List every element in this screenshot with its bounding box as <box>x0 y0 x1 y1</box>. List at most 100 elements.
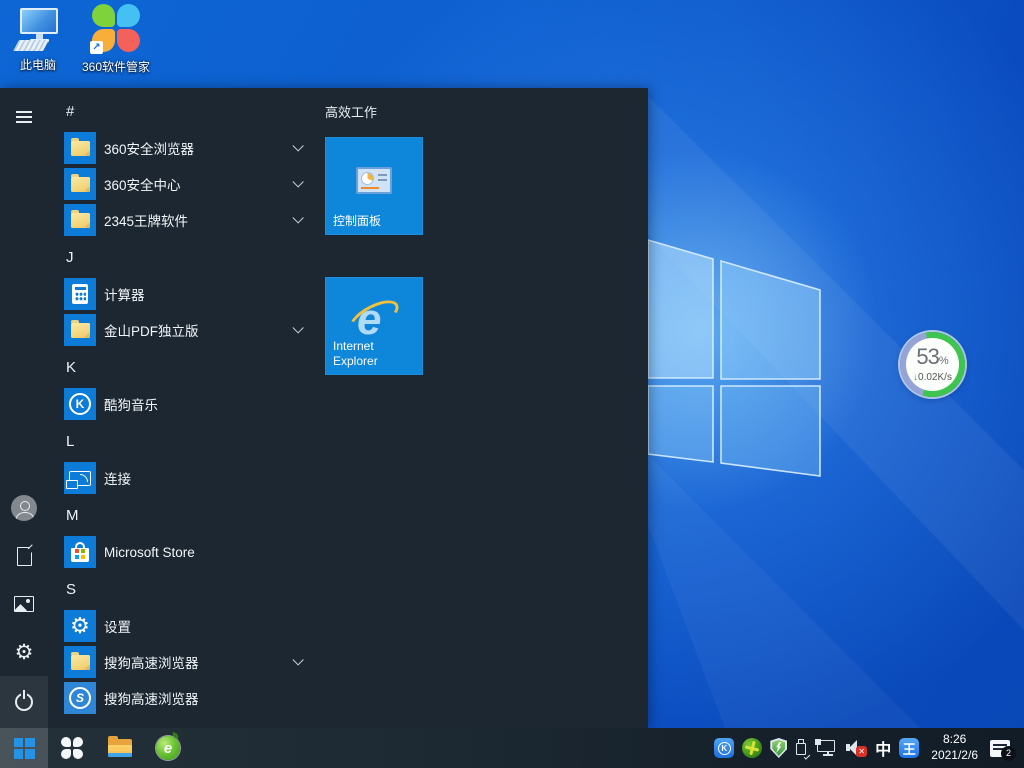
net-speed-widget[interactable]: 53% ↓0.02K/s <box>900 332 965 397</box>
folder-icon <box>71 213 90 228</box>
tray-kugou[interactable]: K <box>714 738 734 758</box>
app-item-kingsoft-pdf-folder[interactable]: 金山PDF独立版 <box>48 312 320 348</box>
tray-360-plus[interactable] <box>742 738 762 758</box>
notification-badge: 2 <box>1001 746 1016 761</box>
chevron-down-icon[interactable] <box>292 654 303 665</box>
start-menu-rail: ⚙ <box>0 88 48 728</box>
app-label: 设置 <box>104 616 131 636</box>
taskbar-app-file-explorer[interactable] <box>96 728 144 768</box>
chevron-down-icon[interactable] <box>292 212 303 223</box>
app-label: 计算器 <box>104 284 145 304</box>
tray-360-shield[interactable] <box>770 738 787 758</box>
start-menu: ⚙ # 360安全浏览器 360安全中心 2345王牌软件 J 计算器 <box>0 88 648 728</box>
net-percent: 53 <box>916 344 938 369</box>
start-menu-app-list: # 360安全浏览器 360安全中心 2345王牌软件 J 计算器 金山PDF独… <box>48 88 320 728</box>
app-item-kugou-music[interactable]: K 酷狗音乐 <box>48 386 320 422</box>
document-icon <box>17 547 32 566</box>
net-speed-readout: 53% ↓0.02K/s <box>906 338 959 391</box>
tray-sogou-ime[interactable]: 王 <box>899 738 919 758</box>
user-account-button[interactable] <box>0 484 48 532</box>
section-header-k[interactable]: K <box>48 348 320 386</box>
network-icon <box>815 739 837 757</box>
clock-time: 8:26 <box>931 732 978 748</box>
notification-icon: 2 <box>990 740 1010 757</box>
app-item-microsoft-store[interactable]: Microsoft Store <box>48 534 320 570</box>
calculator-tile <box>64 278 96 310</box>
calculator-icon <box>72 284 88 304</box>
kugou-tile: K <box>64 388 96 420</box>
file-explorer-icon <box>108 739 132 757</box>
app-item-calculator[interactable]: 计算器 <box>48 276 320 312</box>
taskbar-app-360-safe[interactable] <box>48 728 96 768</box>
app-item-sogou-browser[interactable]: S 搜狗高速浏览器 <box>48 680 320 716</box>
folder-tile <box>64 168 96 200</box>
desktop-icon-this-pc[interactable]: 此电脑 <box>0 6 76 73</box>
desktop-icon-360-software-manager[interactable]: ↗ 360软件管家 <box>78 4 154 75</box>
chevron-down-icon[interactable] <box>292 322 303 333</box>
action-center-button[interactable]: 2 <box>990 740 1010 757</box>
tray-volume[interactable]: ✕ <box>845 739 867 757</box>
control-panel-icon <box>356 167 392 194</box>
desktop-icon-label: 360软件管家 <box>78 58 154 75</box>
tray-network[interactable] <box>815 739 837 757</box>
shield-lightning-icon <box>770 738 787 758</box>
app-label: 搜狗高速浏览器 <box>104 652 199 672</box>
app-item-360-secure-browser-folder[interactable]: 360安全浏览器 <box>48 130 320 166</box>
tile-label: Internet Explorer <box>333 339 417 369</box>
360-plus-ball-icon <box>742 738 762 758</box>
app-label: 2345王牌软件 <box>104 210 188 230</box>
gear-icon: ⚙ <box>15 642 34 663</box>
app-item-connect[interactable]: 连接 <box>48 460 320 496</box>
settings-button[interactable]: ⚙ <box>0 628 48 676</box>
start-button[interactable] <box>0 728 48 768</box>
expand-menu-button[interactable] <box>0 93 48 141</box>
folder-tile <box>64 314 96 346</box>
documents-button[interactable] <box>0 532 48 580</box>
chevron-down-icon[interactable] <box>292 176 303 187</box>
section-header-j[interactable]: J <box>48 238 320 276</box>
sogou-tile: S <box>64 682 96 714</box>
section-header-s[interactable]: S <box>48 570 320 608</box>
kugou-icon: K <box>714 738 734 758</box>
section-header-m[interactable]: M <box>48 496 320 534</box>
user-avatar-icon <box>11 495 37 521</box>
taskbar-app-360-browser[interactable]: e <box>144 728 192 768</box>
360-software-manager-icon: ↗ <box>90 4 142 54</box>
app-label: 360安全浏览器 <box>104 138 194 158</box>
app-item-settings[interactable]: ⚙ 设置 <box>48 608 320 644</box>
app-label: 酷狗音乐 <box>104 394 158 414</box>
net-percent-unit: % <box>939 355 949 367</box>
windows-logo-icon <box>14 738 35 759</box>
section-header-hash[interactable]: # <box>48 92 320 130</box>
pictures-button[interactable] <box>0 580 48 628</box>
app-label: 360安全中心 <box>104 174 181 194</box>
shortcut-arrow-icon: ↗ <box>90 41 103 54</box>
tile-internet-explorer[interactable]: e Internet Explorer <box>325 277 423 375</box>
taskbar: e K ✕ 中 王 8:26 2021/2/6 2 <box>0 728 1024 768</box>
app-item-2345-software-folder[interactable]: 2345王牌软件 <box>48 202 320 238</box>
connect-tile <box>64 462 96 494</box>
system-tray: K ✕ 中 王 8:26 2021/2/6 2 <box>714 732 1024 763</box>
app-label: 连接 <box>104 468 131 488</box>
tile-group-title[interactable]: 高效工作 <box>325 102 377 121</box>
folder-tile <box>64 646 96 678</box>
sogou-ime-icon: 王 <box>899 738 919 758</box>
gear-icon: ⚙ <box>70 615 90 637</box>
360-green-browser-icon: e <box>156 736 180 760</box>
power-button[interactable] <box>0 676 48 728</box>
tray-usb-device[interactable] <box>795 739 807 758</box>
folder-icon <box>71 323 90 338</box>
app-item-sogou-browser-folder[interactable]: 搜狗高速浏览器 <box>48 644 320 680</box>
taskbar-clock[interactable]: 8:26 2021/2/6 <box>927 732 982 763</box>
section-header-t[interactable]: T <box>48 716 320 728</box>
settings-tile: ⚙ <box>64 610 96 642</box>
tile-control-panel[interactable]: 控制面板 <box>325 137 423 235</box>
app-item-360-security-center-folder[interactable]: 360安全中心 <box>48 166 320 202</box>
kugou-icon: K <box>69 393 91 415</box>
this-pc-icon <box>16 6 60 52</box>
ime-mode-indicator[interactable]: 中 <box>875 736 891 760</box>
section-header-l[interactable]: L <box>48 422 320 460</box>
chevron-down-icon[interactable] <box>292 140 303 151</box>
store-tile <box>64 536 96 568</box>
net-speed-value: 0.02K/s <box>918 372 952 383</box>
